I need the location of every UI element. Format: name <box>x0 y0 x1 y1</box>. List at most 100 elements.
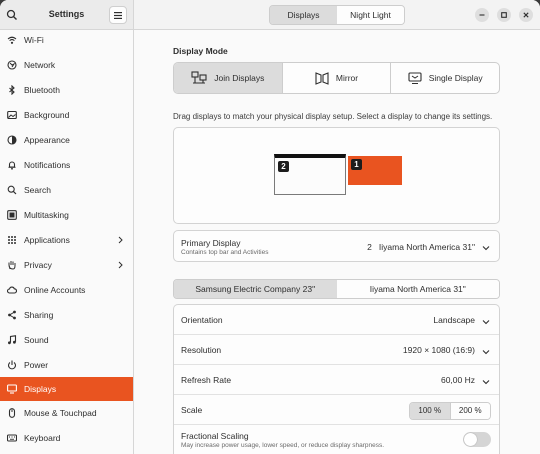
power-icon <box>7 360 17 370</box>
monitor-number-badge: 2 <box>278 161 289 172</box>
sidebar-item-background[interactable]: Background <box>0 103 133 127</box>
single-display-button[interactable]: Single Display <box>391 63 499 93</box>
sidebar-item-label: Displays <box>24 384 57 394</box>
orientation-label: Orientation <box>181 315 223 325</box>
sidebar-item-multitasking[interactable]: Multitasking <box>0 203 133 227</box>
sidebar-item-online-accounts[interactable]: Online Accounts <box>0 278 133 302</box>
sidebar-item-appearance[interactable]: Appearance <box>0 128 133 152</box>
mirror-label: Mirror <box>335 73 359 83</box>
appearance-icon <box>7 135 17 145</box>
display-arrangement-area: 2 1 <box>173 127 500 224</box>
display-mode-title: Display Mode <box>173 46 228 56</box>
sidebar-item-notifications[interactable]: Notifications <box>0 153 133 177</box>
sidebar-item-label: Sound <box>24 335 49 345</box>
mirror-button[interactable]: Mirror <box>283 63 392 93</box>
fractional-scaling-row: Fractional Scaling May increase power us… <box>174 425 499 454</box>
sidebar-item-label: Power <box>24 360 49 370</box>
chevron-down-icon <box>482 317 490 327</box>
sidebar-item-sharing[interactable]: Sharing <box>0 303 133 327</box>
refresh-rate-row[interactable]: Refresh Rate 60,00 Hz <box>174 365 499 395</box>
sidebar-item-label: Appearance <box>24 135 70 145</box>
single-display-icon <box>408 72 422 85</box>
mirror-icon <box>315 72 329 85</box>
maximize-icon <box>501 12 507 18</box>
minimize-button[interactable] <box>475 8 489 22</box>
chevron-right-icon <box>118 236 123 246</box>
bell-icon <box>7 160 17 170</box>
primary-display-row[interactable]: Primary Display Contains top bar and Act… <box>173 230 500 262</box>
sidebar-item-applications[interactable]: Applications <box>0 228 133 252</box>
sidebar-item-privacy[interactable]: Privacy <box>0 253 133 277</box>
close-button[interactable] <box>519 8 533 22</box>
sidebar-item-label: Applications <box>24 235 70 245</box>
share-icon <box>7 310 17 320</box>
chevron-right-icon <box>118 261 123 271</box>
sidebar-item-label: Multitasking <box>24 210 69 220</box>
single-display-label: Single Display <box>428 73 483 83</box>
sidebar-item-sound[interactable]: Sound <box>0 328 133 352</box>
orientation-row[interactable]: Orientation Landscape <box>174 305 499 335</box>
monitor-2-preview[interactable]: 2 <box>274 154 346 195</box>
resolution-label: Resolution <box>181 345 222 355</box>
multitasking-icon <box>7 210 17 220</box>
tab-iiyama-monitor[interactable]: Iiyama North America 31" <box>336 280 499 298</box>
scale-row: Scale 100 % 200 % <box>174 395 499 425</box>
monitor-tabs: Samsung Electric Company 23" Iiyama Nort… <box>173 279 500 299</box>
close-icon <box>523 12 529 18</box>
wifi-icon <box>7 35 17 45</box>
sidebar-item-label: Wi-Fi <box>24 35 44 45</box>
content-header: Displays Night Light <box>134 0 540 30</box>
sidebar-item-label: Online Accounts <box>24 285 86 295</box>
sidebar-item-network[interactable]: Network <box>0 53 133 77</box>
sidebar-item-label: Search <box>24 185 51 195</box>
hamburger-icon <box>114 11 122 19</box>
refresh-rate-label: Refresh Rate <box>181 375 232 385</box>
minimize-icon <box>479 14 485 16</box>
sidebar-item-label: Notifications <box>24 160 71 170</box>
network-icon <box>7 60 17 70</box>
search-icon <box>7 185 17 195</box>
sidebar-item-power[interactable]: Power <box>0 353 133 377</box>
sidebar-item-keyboard[interactable]: Keyboard <box>0 426 133 450</box>
sidebar-item-label: Background <box>24 110 70 120</box>
sidebar-item-label: Network <box>24 60 56 70</box>
sidebar-header: Settings <box>0 0 134 30</box>
tab-samsung-monitor[interactable]: Samsung Electric Company 23" <box>174 280 337 298</box>
monitor-1-preview[interactable]: 1 <box>348 156 402 185</box>
settings-window: Settings Displays Night Light Wi-Fi Netw… <box>0 0 540 454</box>
apps-grid-icon <box>7 235 17 245</box>
scale-selector: 100 % 200 % <box>409 402 491 420</box>
tab-displays[interactable]: Displays <box>270 6 337 24</box>
scale-100-button[interactable]: 100 % <box>410 403 451 419</box>
sidebar-item-wifi[interactable]: Wi-Fi <box>0 28 133 52</box>
chevron-down-icon <box>482 243 490 253</box>
display-mode-selector: Join Displays Mirror Single Display <box>173 62 500 94</box>
orientation-value: Landscape <box>433 315 475 325</box>
primary-display-value: 2 Iiyama North America 31" <box>367 242 475 252</box>
scale-label: Scale <box>181 405 203 415</box>
sidebar-item-mouse-touchpad[interactable]: Mouse & Touchpad <box>0 401 133 425</box>
fractional-scaling-toggle[interactable] <box>463 432 491 447</box>
header-tabs: Displays Night Light <box>269 5 405 25</box>
sidebar-item-bluetooth[interactable]: Bluetooth <box>0 78 133 102</box>
sidebar-item-search[interactable]: Search <box>0 178 133 202</box>
join-displays-button[interactable]: Join Displays <box>174 63 283 93</box>
sidebar-item-label: Keyboard <box>24 433 61 443</box>
scale-200-button[interactable]: 200 % <box>450 403 490 419</box>
maximize-button[interactable] <box>497 8 511 22</box>
keyboard-icon <box>7 433 17 443</box>
music-note-icon <box>7 335 17 345</box>
sidebar-item-label: Privacy <box>24 260 52 270</box>
sidebar-item-displays[interactable]: Displays <box>0 377 133 401</box>
primary-display-label: Primary Display <box>181 238 241 248</box>
fractional-scaling-label: Fractional Scaling <box>181 431 249 441</box>
background-icon <box>7 110 17 120</box>
monitor-number-badge: 1 <box>351 159 362 170</box>
sidebar-item-label: Sharing <box>24 310 54 320</box>
sidebar: Wi-Fi Network Bluetooth Background Appea… <box>0 30 134 454</box>
display-icon <box>7 384 17 394</box>
tab-night-light[interactable]: Night Light <box>337 6 404 24</box>
resolution-row[interactable]: Resolution 1920 × 1080 (16:9) <box>174 335 499 365</box>
hamburger-menu-button[interactable] <box>109 6 127 24</box>
primary-display-subtitle: Contains top bar and Activities <box>181 249 269 256</box>
